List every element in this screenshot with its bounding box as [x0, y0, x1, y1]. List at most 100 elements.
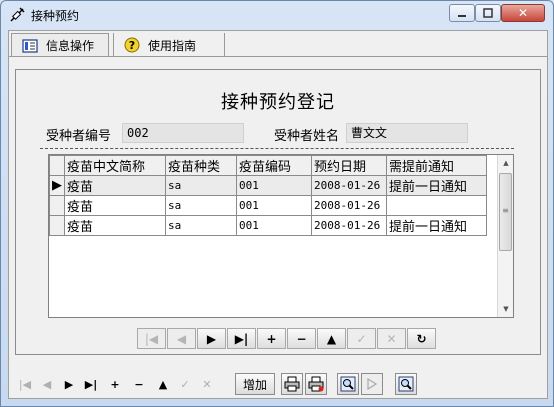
table-cell[interactable]	[386, 195, 487, 216]
magnifier-icon	[340, 376, 356, 392]
insert-record-button[interactable]: +	[257, 328, 286, 349]
title-bar[interactable]: 接种预约 ✕	[1, 1, 553, 29]
form-title: 接种预约登记	[221, 92, 335, 113]
table-cell[interactable]: 疫苗	[64, 195, 166, 216]
tab-label: 信息操作	[46, 39, 95, 53]
search-button[interactable]	[337, 373, 359, 395]
scroll-thumb[interactable]: ≡	[499, 173, 512, 251]
cancel-record-icon[interactable]: ✕	[197, 375, 217, 393]
insert-record-icon[interactable]: +	[105, 375, 125, 393]
printer-icon	[284, 376, 300, 392]
prev-record-button[interactable]: ◀	[167, 328, 196, 349]
table-cell[interactable]: 2008-01-26	[311, 175, 387, 196]
table-cell[interactable]: 提前一日通知	[386, 175, 487, 196]
first-record-button[interactable]: |◀	[137, 328, 166, 349]
cancel-record-button[interactable]: ✕	[377, 328, 406, 349]
table-row[interactable]: 疫苗 sa 001 2008-01-26	[49, 195, 487, 216]
refresh-icon: ↻	[416, 331, 427, 346]
delete-record-icon[interactable]: −	[129, 375, 149, 393]
recipient-name-field[interactable]: 曹文文	[346, 123, 468, 143]
window-title: 接种预约	[31, 9, 80, 23]
edit-record-icon[interactable]: ▲	[153, 375, 173, 393]
first-record-icon: |◀	[144, 331, 159, 346]
last-record-icon: ▶|	[234, 331, 249, 346]
column-header[interactable]: 预约日期	[311, 155, 387, 176]
dashed-divider	[40, 148, 514, 149]
first-record-icon[interactable]: |◀	[15, 375, 35, 393]
cancel-record-icon: ✕	[386, 331, 397, 346]
row-indicator	[49, 215, 65, 236]
table-cell[interactable]: sa	[165, 215, 237, 236]
scroll-up-icon[interactable]: ▲	[498, 155, 513, 171]
last-record-button[interactable]: ▶|	[227, 328, 256, 349]
grid-header-row: 疫苗中文简称 疫苗种类 疫苗编码 预约日期 需提前通知	[49, 155, 487, 176]
form-panel: 接种预约登记 受种者编号 002 受种者姓名 曹文文 疫苗中文简称 疫苗种类 疫…	[15, 69, 541, 355]
appointment-grid[interactable]: 疫苗中文简称 疫苗种类 疫苗编码 预约日期 需提前通知 ▶ 疫苗 sa 001 …	[48, 154, 514, 318]
insert-record-icon: +	[266, 331, 277, 346]
delete-record-icon: −	[296, 331, 307, 346]
recipient-id-label: 受种者编号	[46, 129, 112, 144]
post-record-icon[interactable]: ✓	[175, 375, 195, 393]
table-cell[interactable]: 001	[236, 195, 312, 216]
tab-divider	[9, 56, 547, 57]
table-cell[interactable]: sa	[165, 175, 237, 196]
table-cell[interactable]: 001	[236, 175, 312, 196]
row-indicator-header	[49, 155, 65, 176]
table-cell[interactable]: sa	[165, 195, 237, 216]
print-preview-button[interactable]	[305, 373, 327, 395]
delete-record-button[interactable]: −	[287, 328, 316, 349]
column-header[interactable]: 疫苗种类	[165, 155, 237, 176]
last-record-icon[interactable]: ▶|	[81, 375, 101, 393]
vertical-scrollbar[interactable]: ▲ ≡ ▼	[497, 155, 513, 317]
table-cell[interactable]: 疫苗	[64, 175, 166, 196]
minimize-icon	[458, 15, 466, 17]
close-icon: ✕	[517, 6, 529, 20]
form-icon	[22, 38, 38, 53]
syringe-icon	[10, 7, 25, 22]
zoom-button[interactable]	[395, 373, 417, 395]
tab-info-operation[interactable]: 信息操作	[11, 33, 109, 57]
zoom-icon	[398, 376, 414, 392]
tab-user-guide[interactable]: ? 使用指南	[113, 33, 225, 57]
app-window: 接种预约 ✕ 信息操作 ? 使用指南 接种预约登记 受种者编号 002 受种者姓…	[0, 0, 554, 407]
maximize-button[interactable]	[475, 4, 501, 22]
add-button[interactable]: 增加	[235, 373, 275, 395]
column-header[interactable]: 疫苗中文简称	[64, 155, 166, 176]
current-row-indicator-icon: ▶	[49, 175, 65, 196]
column-header[interactable]: 疫苗编码	[236, 155, 312, 176]
print-button[interactable]	[281, 373, 303, 395]
post-record-button[interactable]: ✓	[347, 328, 376, 349]
table-row[interactable]: ▶ 疫苗 sa 001 2008-01-26 提前一日通知	[49, 175, 487, 196]
play-button[interactable]	[361, 373, 383, 395]
printer-setup-icon	[308, 376, 324, 392]
next-record-icon[interactable]: ▶	[59, 375, 79, 393]
table-cell[interactable]: 2008-01-26	[311, 195, 387, 216]
scroll-down-icon[interactable]: ▼	[498, 301, 513, 317]
table-row[interactable]: 疫苗 sa 001 2008-01-26 提前一日通知	[49, 215, 487, 236]
recipient-name-label: 受种者姓名	[274, 129, 340, 144]
grid-table: 疫苗中文简称 疫苗种类 疫苗编码 预约日期 需提前通知 ▶ 疫苗 sa 001 …	[49, 155, 487, 236]
prev-record-icon[interactable]: ◀	[37, 375, 57, 393]
tab-strip: 信息操作 ? 使用指南	[9, 31, 547, 57]
row-indicator	[49, 195, 65, 216]
table-cell[interactable]: 2008-01-26	[311, 215, 387, 236]
prev-record-icon: ◀	[176, 331, 187, 346]
minimize-button[interactable]	[449, 4, 475, 22]
table-cell[interactable]: 提前一日通知	[386, 215, 487, 236]
table-cell[interactable]: 疫苗	[64, 215, 166, 236]
bottom-toolbar: |◀ ◀ ▶ ▶| + − ▲ ✓ ✕ 增加	[13, 373, 545, 395]
recipient-id-field[interactable]: 002	[122, 123, 244, 143]
maximize-icon	[483, 8, 493, 18]
tab-label: 使用指南	[148, 38, 197, 53]
table-cell[interactable]: 001	[236, 215, 312, 236]
edit-record-button[interactable]: ▲	[317, 328, 346, 349]
grid-navigator: |◀ ◀ ▶ ▶| + − ▲ ✓ ✕ ↻	[137, 328, 437, 350]
post-record-icon: ✓	[356, 331, 367, 346]
edit-record-icon: ▲	[326, 331, 337, 346]
close-button[interactable]: ✕	[501, 4, 545, 22]
refresh-button[interactable]: ↻	[407, 328, 436, 349]
svg-text:?: ?	[129, 39, 135, 52]
help-icon: ?	[124, 37, 140, 53]
column-header[interactable]: 需提前通知	[386, 155, 487, 176]
next-record-button[interactable]: ▶	[197, 328, 226, 349]
